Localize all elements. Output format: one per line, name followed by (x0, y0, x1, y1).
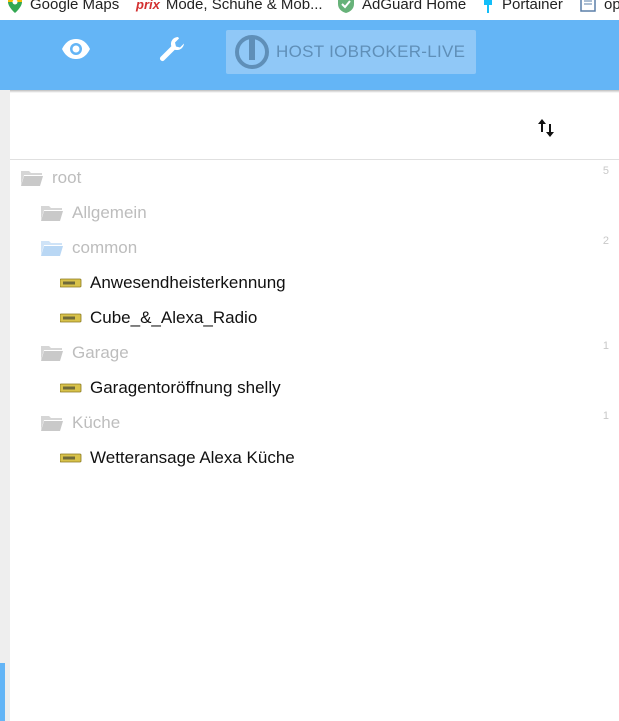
script-label: Garagentoröffnung shelly (90, 377, 281, 397)
blockly-icon (60, 278, 82, 287)
bookmark-label: Google Maps (30, 0, 120, 13)
app-header: HOST IOBROKER-LIVE (0, 20, 619, 93)
tree-folder-garage[interactable]: Garage 1 (10, 335, 619, 370)
sort-arrows-icon (538, 119, 554, 137)
wrench-icon (160, 36, 184, 61)
blockly-icon (60, 313, 82, 322)
scripts-panel: root 5 Allgemein common 2 Anwesendheiste… (10, 96, 619, 721)
host-selector[interactable]: HOST IOBROKER-LIVE (226, 30, 476, 74)
sort-button[interactable] (534, 116, 558, 140)
script-label: Wetteransage Alexa Küche (90, 447, 295, 467)
left-drawer-edge (0, 90, 10, 721)
bookmark-google-maps[interactable]: Google Maps (8, 0, 119, 14)
tree-folder-common[interactable]: common 2 (10, 230, 619, 265)
page-icon (580, 0, 596, 12)
drawer-handle[interactable] (0, 663, 5, 721)
script-tree: root 5 Allgemein common 2 Anwesendheiste… (10, 160, 619, 475)
bookmark-prix[interactable]: prix Mode, Schuhe & Mob... (136, 0, 323, 14)
blockly-icon (60, 453, 82, 462)
iobroker-logo-icon (235, 35, 269, 69)
tree-toolbar (10, 96, 619, 160)
tree-script-wetteransage[interactable]: Wetteransage Alexa Küche (10, 440, 619, 475)
folder-icon (21, 170, 43, 186)
view-button[interactable] (61, 37, 91, 66)
script-label: Anwesendheisterkennung (90, 272, 286, 292)
bookmark-label: Portainer (502, 0, 563, 13)
folder-label: Allgemein (72, 202, 147, 222)
bookmark-label: op (604, 0, 619, 13)
folder-icon (41, 205, 63, 221)
settings-button[interactable] (158, 35, 188, 70)
tree-folder-root[interactable]: root 5 (10, 160, 619, 195)
bookmark-label: Mode, Schuhe & Mob... (165, 0, 323, 13)
bookmark-adguard[interactable]: AdGuard Home (338, 0, 466, 14)
folder-open-icon (41, 240, 63, 256)
bookmarks-bar: Google Maps prix Mode, Schuhe & Mob... A… (0, 0, 619, 20)
tree-folder-allgemein[interactable]: Allgemein (10, 195, 619, 230)
tree-script-cube-alexa-radio[interactable]: Cube_&_Alexa_Radio (10, 300, 619, 335)
folder-label: root (52, 167, 82, 187)
maps-pin-icon (8, 0, 22, 13)
host-label: HOST IOBROKER-LIVE (276, 42, 466, 61)
folder-icon (41, 415, 63, 431)
prix-logo-icon: prix (136, 0, 160, 12)
tree-script-anwesendheisterkennung[interactable]: Anwesendheisterkennung (10, 265, 619, 300)
portainer-icon (484, 0, 492, 13)
tree-folder-kueche[interactable]: Küche 1 (10, 405, 619, 440)
tree-script-garagentoroeffnung[interactable]: Garagentoröffnung shelly (10, 370, 619, 405)
bookmark-portainer[interactable]: Portainer (482, 0, 563, 14)
bookmark-label: AdGuard Home (362, 0, 467, 13)
item-count: 1 (602, 410, 609, 422)
blockly-icon (60, 383, 82, 392)
header-shadow (0, 90, 619, 93)
folder-label: Küche (72, 412, 121, 432)
bookmark-op[interactable]: op (580, 0, 619, 14)
folder-label: common (72, 237, 138, 257)
script-label: Cube_&_Alexa_Radio (90, 307, 258, 327)
eye-icon (62, 39, 90, 59)
item-count: 2 (602, 235, 609, 247)
item-count: 5 (602, 165, 609, 177)
item-count: 1 (602, 340, 609, 352)
folder-label: Garage (72, 342, 129, 362)
folder-icon (41, 345, 63, 361)
adguard-shield-icon (338, 0, 354, 13)
